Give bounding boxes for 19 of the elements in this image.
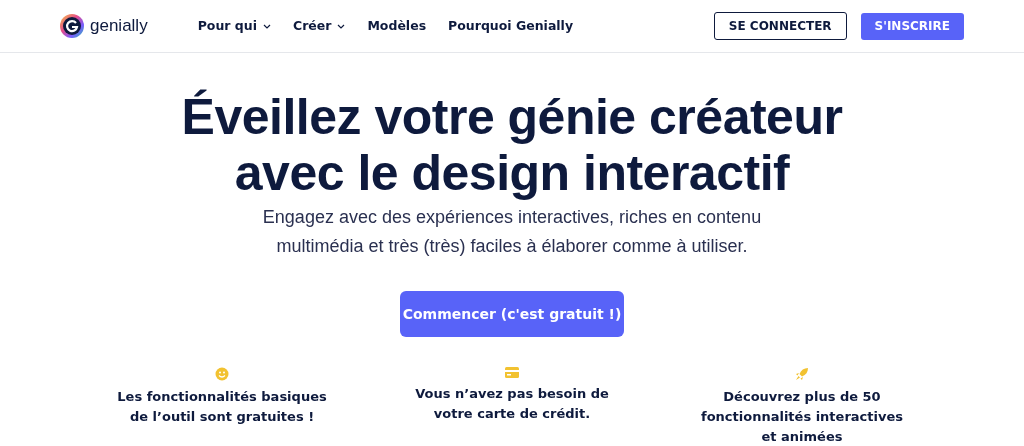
nav-link[interactable]: Pourquoi Genially	[448, 16, 574, 36]
hero-subtitle: Engagez avec des expériences interactives, riches en contenu multimédia et très (très) faciles à élaborer comme à utiliser.	[262, 206, 762, 258]
brand-name[interactable]: genially	[90, 13, 148, 39]
login-button[interactable]: SE CONNECTER	[713, 12, 847, 40]
nav-menu[interactable]: Créer	[292, 16, 346, 36]
feature-text: Vous n’avez pas besoin de votre carte de crédit.	[414, 385, 610, 423]
chevron-down-icon	[262, 23, 271, 29]
start-button[interactable]: Commencer (c'est gratuit !)	[400, 291, 624, 337]
credit-card-icon	[505, 367, 519, 378]
rocket-icon	[795, 367, 809, 381]
chevron-down-icon	[337, 23, 346, 29]
nav-link[interactable]: Modèles	[367, 16, 427, 36]
feature-text: Découvrez plus de 50 fonctionnalités interactives et animées	[700, 388, 904, 446]
smiley-icon	[215, 367, 229, 381]
feature-text: Les fonctionnalités basiques de l’outil sont gratuites !	[116, 388, 328, 426]
logo-icon[interactable]	[60, 14, 84, 38]
signup-button[interactable]: S'INSCRIRE	[860, 12, 964, 40]
hero-title: Éveillez votre génie créateur avec le design interactif	[181, 89, 843, 201]
nav-menu[interactable]: Pour qui	[197, 16, 271, 36]
